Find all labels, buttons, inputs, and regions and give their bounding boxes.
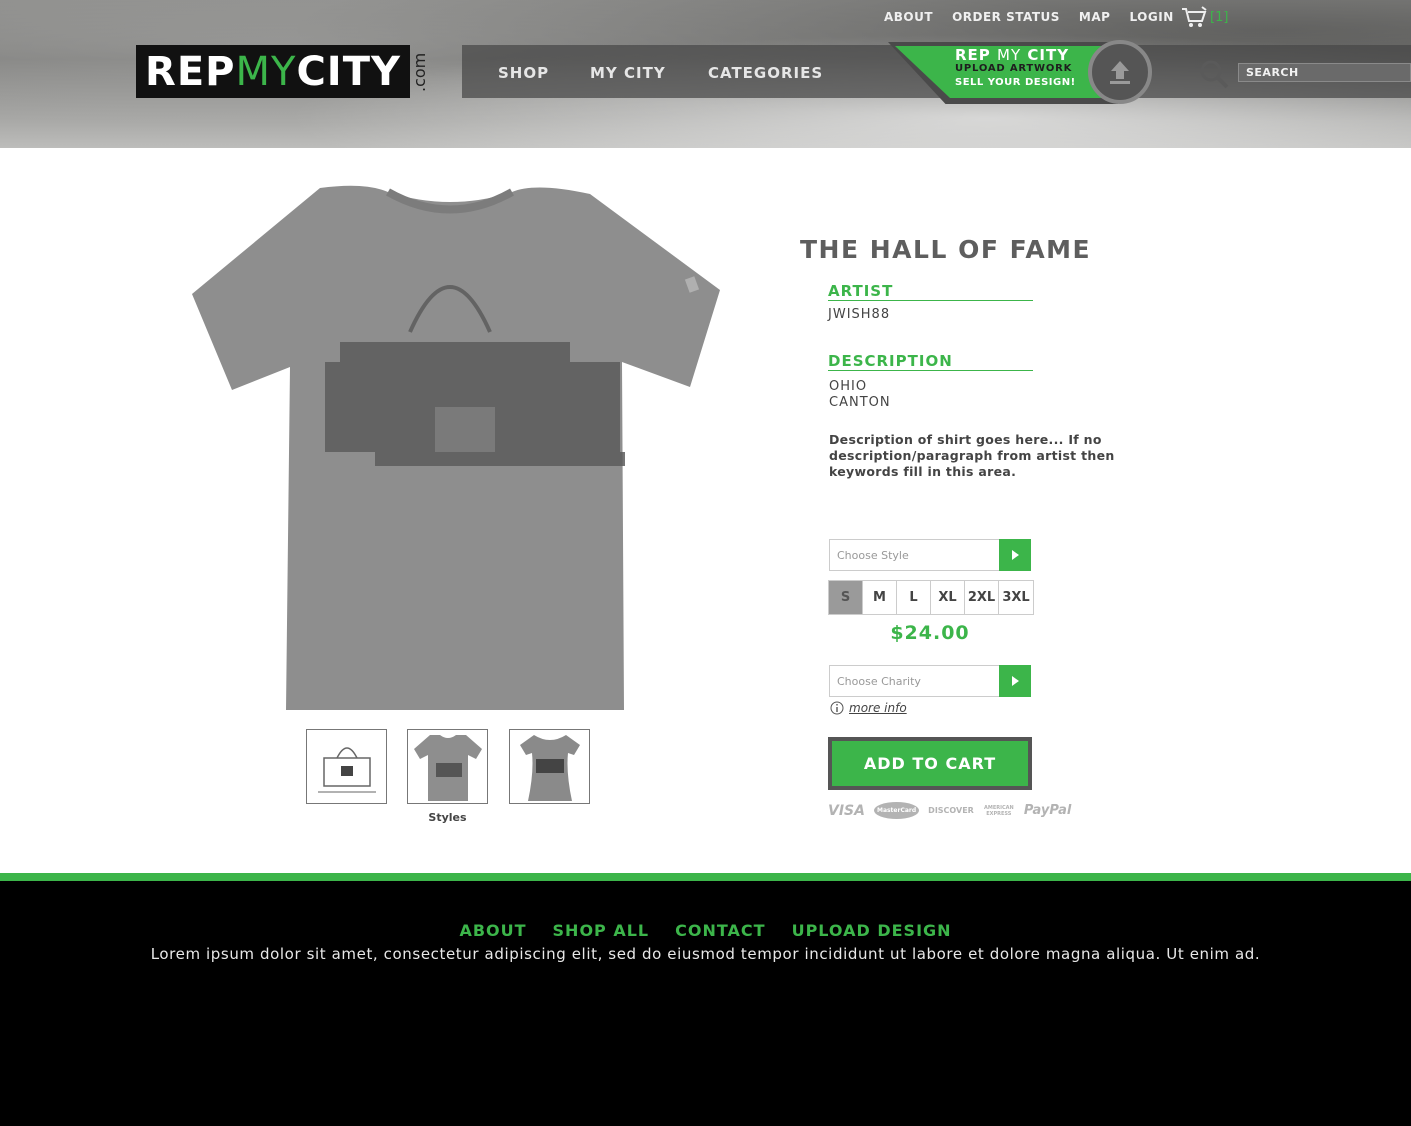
search-input[interactable]: SEARCH <box>1238 63 1411 82</box>
search-icon[interactable] <box>1198 58 1230 90</box>
artwork-thumbnail-image <box>317 746 376 792</box>
payment-methods: VISA MasterCard DISCOVER AMERICAN EXPRES… <box>828 802 1071 819</box>
add-to-cart-button[interactable]: ADD TO CART <box>828 737 1032 790</box>
info-icon <box>830 701 844 715</box>
upload-banner-text[interactable]: REP MY CITY UPLOAD ARTWORK SELL YOUR DES… <box>955 48 1076 90</box>
charity-select-placeholder: Choose Charity <box>837 675 921 688</box>
logo-city: CITY <box>296 48 401 95</box>
size-option-m[interactable]: M <box>863 581 897 614</box>
mastercard-icon: MasterCard <box>873 802 920 819</box>
product-price: $24.00 <box>890 622 970 644</box>
top-link-login[interactable]: LOGIN <box>1129 10 1173 24</box>
mens-tee-thumbnail-image <box>413 734 482 801</box>
nav-my-city[interactable]: MY CITY <box>590 64 666 82</box>
amex-icon: AMERICAN EXPRESS <box>983 804 1014 817</box>
artist-label: ARTIST <box>828 282 1033 301</box>
site-logo[interactable]: REP MY CITY <box>136 45 410 98</box>
thumbnail-artwork[interactable] <box>306 729 387 804</box>
sell-design-label: SELL YOUR DESIGN! <box>955 77 1076 88</box>
logo-rep: REP <box>145 48 236 95</box>
product-image <box>192 185 720 710</box>
size-option-3xl[interactable]: 3XL <box>999 581 1033 614</box>
cart-link[interactable]: [1] <box>1180 5 1228 29</box>
upload-artwork-label: UPLOAD ARTWORK <box>955 63 1073 74</box>
cart-count: [1] <box>1210 9 1229 25</box>
top-link-order-status[interactable]: ORDER STATUS <box>952 10 1060 24</box>
site-footer: ABOUT SHOP ALL CONTACT UPLOAD DESIGN Lor… <box>0 873 1411 1126</box>
description-label: DESCRIPTION <box>828 352 1033 371</box>
chevron-right-icon <box>1012 676 1019 686</box>
footer-link-upload-design[interactable]: UPLOAD DESIGN <box>792 921 952 940</box>
size-selector: S M L XL 2XL 3XL <box>828 580 1034 615</box>
style-select-placeholder: Choose Style <box>837 549 909 562</box>
top-links: ABOUT ORDER STATUS MAP LOGIN <box>884 10 1174 24</box>
paypal-icon: PayPal <box>1023 803 1072 818</box>
nav-categories[interactable]: CATEGORIES <box>708 64 823 82</box>
footer-link-shop-all[interactable]: SHOP ALL <box>553 921 650 940</box>
discover-icon: DISCOVER <box>928 806 974 815</box>
upload-icon <box>1110 61 1130 84</box>
womens-tee-thumbnail-image <box>519 734 580 801</box>
footer-link-about[interactable]: ABOUT <box>459 921 526 940</box>
footer-link-contact[interactable]: CONTACT <box>675 921 765 940</box>
description-state: OHIO <box>829 379 868 394</box>
product-title: THE HALL OF FAME <box>800 235 1092 264</box>
charity-select[interactable]: Choose Charity <box>829 665 1031 697</box>
style-select[interactable]: Choose Style <box>829 539 1031 571</box>
upload-button[interactable] <box>1088 40 1152 104</box>
logo-com: .com <box>410 52 429 92</box>
cart-icon <box>1182 6 1207 27</box>
size-option-xl[interactable]: XL <box>931 581 965 614</box>
more-info-link[interactable]: more info <box>830 701 907 715</box>
style-select-button[interactable] <box>999 539 1031 571</box>
top-link-map[interactable]: MAP <box>1079 10 1111 24</box>
visa-icon: VISA <box>828 802 865 819</box>
more-info-text: more info <box>849 701 907 715</box>
description-city: CANTON <box>829 395 891 410</box>
charity-select-button[interactable] <box>999 665 1031 697</box>
footer-text: Lorem ipsum dolor sit amet, consectetur … <box>150 945 1261 963</box>
thumbnail-mens-tee[interactable] <box>407 729 488 804</box>
footer-links: ABOUT SHOP ALL CONTACT UPLOAD DESIGN <box>0 921 1411 940</box>
size-option-s[interactable]: S <box>829 581 863 614</box>
logo-my: MY <box>235 48 297 95</box>
chevron-right-icon <box>1012 550 1019 560</box>
site-header: ABOUT ORDER STATUS MAP LOGIN [1] REP MY CI… <box>0 0 1411 148</box>
thumbnail-womens-tee[interactable] <box>509 729 590 804</box>
description-text: Description of shirt goes here... If no … <box>829 432 1115 479</box>
size-option-2xl[interactable]: 2XL <box>965 581 999 614</box>
thumbnail-caption: Styles <box>428 811 467 824</box>
nav-shop[interactable]: SHOP <box>498 64 549 82</box>
artist-name[interactable]: JWISH88 <box>828 307 890 322</box>
size-option-l[interactable]: L <box>897 581 931 614</box>
top-link-about[interactable]: ABOUT <box>884 10 933 24</box>
